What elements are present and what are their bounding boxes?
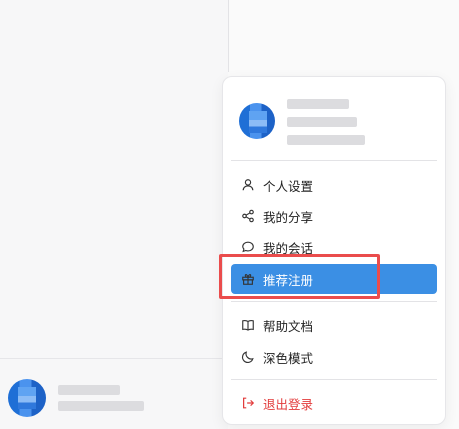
- logout-icon: [241, 396, 255, 410]
- user-dropdown-menu: 个人设置 我的分享 我的会话 推荐注册 帮助文档 深色模式 退出登录: [222, 76, 446, 425]
- annotation-highlight-box: [219, 254, 380, 299]
- menu-user-info: [239, 97, 365, 145]
- menu-item-label: 个人设置: [263, 178, 314, 194]
- sidebar-user-button[interactable]: [8, 378, 144, 418]
- sidebar-footer-divider: [0, 358, 228, 359]
- moon-icon: [241, 350, 255, 364]
- menu-item-label: 退出登录: [263, 396, 314, 412]
- menu-item-personal-settings[interactable]: 个人设置: [231, 170, 437, 200]
- avatar: [239, 103, 275, 139]
- menu-divider: [231, 160, 437, 161]
- menu-item-label: 深色模式: [263, 350, 314, 366]
- user-icon: [241, 178, 255, 192]
- menu-divider: [231, 379, 437, 380]
- menu-item-dark-mode[interactable]: 深色模式: [231, 342, 437, 372]
- menu-item-label: 我的分享: [263, 209, 314, 225]
- book-icon: [241, 318, 255, 332]
- menu-item-my-shares[interactable]: 我的分享: [231, 201, 437, 231]
- chat-bubble-icon: [241, 240, 255, 254]
- user-details-redacted: [287, 99, 365, 145]
- share-icon: [241, 209, 255, 223]
- menu-item-logout[interactable]: 退出登录: [231, 388, 437, 418]
- user-name-redacted: [58, 385, 144, 411]
- menu-divider: [231, 301, 437, 302]
- panel-divider: [228, 0, 229, 72]
- menu-item-help-docs[interactable]: 帮助文档: [231, 310, 437, 340]
- avatar: [8, 379, 46, 417]
- menu-item-label: 帮助文档: [263, 318, 314, 334]
